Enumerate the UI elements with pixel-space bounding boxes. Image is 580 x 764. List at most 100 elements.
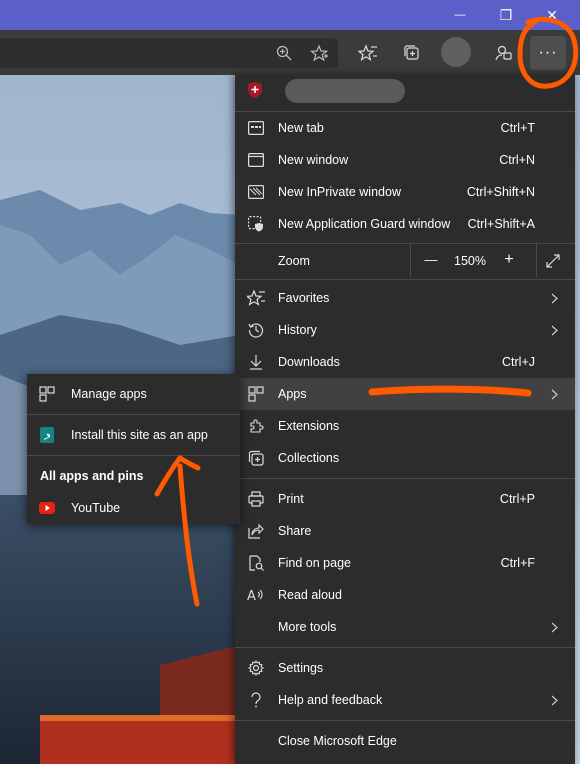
help-icon: [247, 691, 265, 709]
menu-item-new-inprivate-window[interactable]: New InPrivate window Ctrl+Shift+N: [235, 176, 575, 208]
share-icon: [247, 522, 265, 540]
menu-item-new-window[interactable]: New window Ctrl+N: [235, 144, 575, 176]
menu-item-label: New Application Guard window: [278, 217, 451, 231]
zoom-divider: [536, 244, 537, 278]
menu-item-shortcut: Ctrl+J: [502, 355, 535, 369]
favorites-icon[interactable]: [353, 38, 383, 68]
profile-avatar[interactable]: [441, 37, 471, 67]
menu-item-label: New window: [278, 153, 349, 167]
favorites-icon: [247, 289, 265, 307]
menu-item-label: Downloads: [278, 355, 340, 369]
new-tab-icon: [247, 119, 265, 137]
zoom-indicator-icon[interactable]: [269, 38, 299, 68]
menu-item-extensions[interactable]: Extensions: [235, 410, 575, 442]
zoom-divider: [410, 244, 411, 278]
menu-item-label: Settings: [278, 661, 324, 675]
restore-icon: ❐: [499, 6, 513, 23]
menu-item-label: Help and feedback: [278, 693, 383, 707]
minimize-icon: —: [454, 9, 466, 21]
close-icon: ✕: [546, 6, 558, 23]
menu-item-label: Read aloud: [278, 588, 342, 602]
chevron-right-icon: [549, 389, 559, 399]
favorite-star-icon[interactable]: [304, 38, 334, 68]
apps-submenu: Manage apps Install this site as an app …: [27, 374, 240, 524]
menu-item-settings[interactable]: Settings: [235, 652, 575, 684]
menu-item-new-tab[interactable]: New tab Ctrl+T: [235, 112, 575, 144]
youtube-icon: [39, 500, 55, 516]
menu-item-shortcut: Ctrl+P: [499, 492, 535, 506]
menu-item-more-tools[interactable]: More tools: [235, 611, 575, 643]
section-header-label: All apps and pins: [40, 469, 144, 483]
print-icon: [247, 490, 265, 508]
menu-item-label: More tools: [278, 620, 337, 634]
settings-menu: New tab Ctrl+T New window Ctrl+N New InP…: [235, 75, 575, 764]
collections-icon[interactable]: [397, 38, 427, 68]
title-bar: — ❐ ✕: [0, 0, 580, 30]
menu-item-read-aloud[interactable]: A Read aloud: [235, 579, 575, 611]
zoom-out-button[interactable]: —: [420, 252, 442, 267]
history-icon: [247, 321, 265, 339]
menu-item-label: Extensions: [278, 419, 340, 433]
menu-item-label: Find on page: [278, 556, 351, 570]
find-icon: [247, 554, 265, 572]
menu-item-shortcut: Ctrl+N: [499, 153, 535, 167]
zoom-in-button[interactable]: +: [498, 251, 520, 269]
menu-item-label: Favorites: [278, 291, 330, 305]
chevron-right-icon: [549, 622, 559, 632]
menu-item-label: Print: [278, 492, 304, 506]
submenu-item-manage-apps[interactable]: Manage apps: [27, 378, 240, 410]
apps-icon: [247, 385, 265, 403]
restore-button[interactable]: ❐: [483, 0, 529, 30]
fullscreen-icon: [546, 254, 560, 268]
minus-icon: —: [424, 252, 438, 267]
inprivate-icon: [247, 183, 265, 201]
menu-item-share[interactable]: Share: [235, 515, 575, 547]
window-icon: [247, 151, 265, 169]
menu-item-label: New tab: [278, 121, 324, 135]
menu-item-apps[interactable]: Apps: [235, 378, 575, 410]
menu-item-favorites[interactable]: Favorites: [235, 282, 575, 314]
submenu-item-label: Manage apps: [71, 387, 147, 401]
menu-item-label: Apps: [278, 387, 307, 401]
menu-item-label: Close Microsoft Edge: [278, 734, 397, 748]
menu-item-collections[interactable]: Collections: [235, 442, 575, 474]
submenu-item-install-site-as-app[interactable]: Install this site as an app: [27, 419, 240, 451]
menu-item-history[interactable]: History: [235, 314, 575, 346]
minimize-button[interactable]: —: [437, 0, 483, 30]
menu-separator: [235, 478, 575, 479]
menu-item-downloads[interactable]: Downloads Ctrl+J: [235, 346, 575, 378]
submenu-item-label: Install this site as an app: [71, 428, 208, 442]
zoom-row: Zoom — 150% +: [235, 244, 575, 278]
menu-item-shortcut: Ctrl+Shift+A: [467, 217, 535, 231]
menu-item-shortcut: Ctrl+F: [500, 556, 535, 570]
chevron-right-icon: [549, 695, 559, 705]
zoom-label: Zoom: [278, 254, 310, 268]
menu-item-help-and-feedback[interactable]: Help and feedback: [235, 684, 575, 716]
menu-separator: [235, 279, 575, 280]
profile-row[interactable]: [235, 75, 575, 109]
settings-and-more-button[interactable]: ···: [530, 36, 566, 70]
menu-item-new-application-guard-window[interactable]: New Application Guard window Ctrl+Shift+…: [235, 208, 575, 240]
menu-separator: [27, 414, 240, 415]
gear-icon: [247, 659, 265, 677]
menu-item-close-microsoft-edge[interactable]: Close Microsoft Edge: [235, 725, 575, 757]
feedback-icon[interactable]: [488, 38, 518, 68]
collections-icon: [247, 449, 265, 467]
submenu-item-youtube[interactable]: YouTube: [27, 492, 240, 524]
plus-icon: +: [504, 251, 514, 268]
menu-item-shortcut: Ctrl+Shift+N: [466, 185, 535, 199]
menu-item-label: New InPrivate window: [278, 185, 401, 199]
chevron-right-icon: [549, 293, 559, 303]
menu-item-find-on-page[interactable]: Find on page Ctrl+F: [235, 547, 575, 579]
menu-item-print[interactable]: Print Ctrl+P: [235, 483, 575, 515]
submenu-item-label: YouTube: [71, 501, 121, 515]
download-icon: [247, 353, 265, 371]
shield-icon: [248, 82, 262, 98]
bing-icon: [39, 427, 55, 443]
fullscreen-button[interactable]: [544, 252, 562, 270]
menu-separator: [27, 455, 240, 456]
submenu-section-header: All apps and pins: [27, 460, 240, 492]
read-aloud-icon: A: [247, 586, 265, 604]
menu-separator: [235, 647, 575, 648]
close-window-button[interactable]: ✕: [529, 0, 575, 30]
